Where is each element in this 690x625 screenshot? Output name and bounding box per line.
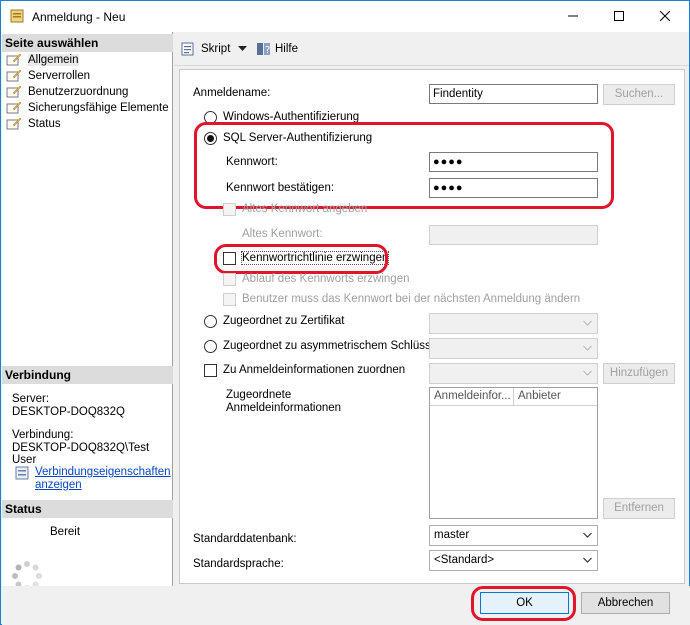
server-value: DESKTOP-DOQ832Q <box>12 406 125 418</box>
page-item-label: Benutzerzuordnung <box>28 86 129 98</box>
status-heading: Status <box>2 500 173 518</box>
login-dialog-window: Anmeldung - Neu Seite auswählen Allgemei… <box>0 0 690 625</box>
connection-value: DESKTOP-DOQ832Q\Test User <box>12 442 150 466</box>
connection-label: Verbindung: <box>12 429 74 441</box>
login-name-input[interactable]: Findentity <box>429 84 598 104</box>
help-label: Hilfe <box>275 43 299 55</box>
help-button[interactable]: ? Hilfe <box>256 42 298 56</box>
maximize-icon[interactable] <box>596 1 642 31</box>
enforce-expiration-checkbox[interactable] <box>223 273 236 286</box>
script-label: Skript <box>201 43 231 55</box>
chevron-down-icon <box>583 532 592 538</box>
script-dropdown-icon[interactable] <box>238 46 247 51</box>
app-icon <box>10 9 24 23</box>
toolbar: Skript ? Hilfe <box>174 32 689 66</box>
page-icon <box>6 85 22 98</box>
default-lang-label: Standardsprache: <box>193 558 284 570</box>
windows-auth-radio[interactable] <box>204 111 217 124</box>
asym-key-select[interactable] <box>429 338 598 359</box>
must-change-checkbox[interactable] <box>223 293 236 306</box>
status-value: Bereit <box>50 526 81 538</box>
mapped-credentials-label: Zugeordnete <box>226 389 292 401</box>
login-name-label: Anmeldename: <box>193 87 271 99</box>
default-lang-value: <Standard> <box>434 554 495 566</box>
server-label: Server: <box>12 393 50 405</box>
page-item-status[interactable]: Status <box>6 116 61 132</box>
enforce-expiration-label: Ablauf des Kennworts erzwingen <box>242 273 410 285</box>
windows-auth-label: Windows-Authentifizierung <box>223 111 360 123</box>
mapped-credentials-label-line2: Anmeldeinformationen <box>226 402 342 414</box>
page-item-label: Serverrollen <box>28 70 90 82</box>
sidebar: Seite auswählen Allgemein Serverrollen B… <box>2 32 173 591</box>
page-icon <box>6 53 22 66</box>
remove-credential-button[interactable]: Entfernen <box>603 498 675 519</box>
password-input[interactable]: ●●●● <box>429 152 598 172</box>
default-db-value: master <box>434 529 470 541</box>
enforce-policy-checkbox[interactable] <box>223 252 236 265</box>
mapped-credentials-grid[interactable]: Anmeldeinfor... Anbieter <box>429 387 598 519</box>
connection-properties-link-line2[interactable]: anzeigen <box>35 478 82 492</box>
map-credentials-checkbox[interactable] <box>204 364 217 377</box>
general-page-content: Anmeldename: Findentity Suchen... Window… <box>179 69 685 584</box>
script-button[interactable]: Skript <box>181 42 230 56</box>
chevron-down-icon <box>583 370 592 376</box>
page-item-serverrollen[interactable]: Serverrollen <box>6 68 90 84</box>
ok-button[interactable]: OK <box>480 592 569 614</box>
confirm-password-label: Kennwort bestätigen: <box>226 182 335 194</box>
default-db-label: Standarddatenbank: <box>193 533 297 545</box>
pages-heading: Seite auswählen <box>2 34 173 52</box>
certificate-select[interactable] <box>429 313 598 334</box>
chevron-down-icon <box>583 320 592 326</box>
page-icon <box>6 117 22 130</box>
page-item-sicherungsfaehige-elemente[interactable]: Sicherungsfähige Elemente <box>6 100 169 116</box>
old-password-check-label: Altes Kennwort angeben <box>242 203 368 215</box>
certificate-radio[interactable] <box>204 315 217 328</box>
map-credentials-label: Zu Anmeldeinformationen zuordnen <box>223 364 406 376</box>
default-lang-select[interactable]: <Standard> <box>429 550 598 571</box>
asym-key-label: Zugeordnet zu asymmetrischem Schlüssel <box>223 340 440 352</box>
page-icon <box>6 101 22 114</box>
script-icon <box>181 42 194 56</box>
svg-text:?: ? <box>265 45 270 56</box>
window-title: Anmeldung - Neu <box>32 10 126 24</box>
main-panel: Skript ? Hilfe Anmeldename: Findentity S… <box>174 32 689 586</box>
old-password-checkbox[interactable] <box>223 203 236 216</box>
password-label: Kennwort: <box>226 156 278 168</box>
asym-key-radio[interactable] <box>204 340 217 353</box>
page-item-label: Sicherungsfähige Elemente <box>28 102 169 114</box>
connection-heading: Verbindung <box>2 366 173 384</box>
enforce-policy-label: Kennwortrichtlinie erzwingen <box>240 251 390 265</box>
cancel-button[interactable]: Abbrechen <box>581 592 670 614</box>
credentials-select[interactable] <box>429 363 598 384</box>
search-button[interactable]: Suchen... <box>603 84 675 105</box>
default-db-select[interactable]: master <box>429 525 598 546</box>
old-password-input[interactable] <box>429 225 598 245</box>
confirm-password-input[interactable]: ●●●● <box>429 178 598 198</box>
grid-header-provider[interactable]: Anbieter <box>514 388 597 406</box>
minimize-icon[interactable] <box>550 1 596 31</box>
page-item-label: Allgemein <box>28 54 79 66</box>
old-password-label: Altes Kennwort: <box>242 228 323 240</box>
page-item-label: Status <box>28 118 61 130</box>
chevron-down-icon <box>583 345 592 351</box>
add-credential-button[interactable]: Hinzufügen <box>603 363 675 384</box>
certificate-label: Zugeordnet zu Zertifikat <box>223 315 345 327</box>
title-bar: Anmeldung - Neu <box>1 1 689 32</box>
connection-properties-link[interactable]: Verbindungseigenschaften <box>35 465 171 479</box>
grid-header-credential[interactable]: Anmeldeinfor... <box>430 388 514 406</box>
sql-auth-label: SQL Server-Authentifizierung <box>223 132 373 144</box>
sql-auth-radio[interactable] <box>204 132 217 145</box>
page-item-benutzerzuordnung[interactable]: Benutzerzuordnung <box>6 84 128 100</box>
chevron-down-icon <box>583 557 592 563</box>
close-icon[interactable] <box>642 1 688 31</box>
connection-properties-icon <box>14 465 30 481</box>
dialog-footer: OK Abbrechen <box>2 586 690 625</box>
help-icon: ? <box>257 43 270 56</box>
must-change-label: Benutzer muss das Kennwort bei der nächs… <box>242 293 581 305</box>
page-item-allgemein[interactable]: Allgemein <box>6 52 79 68</box>
page-icon <box>6 69 22 82</box>
